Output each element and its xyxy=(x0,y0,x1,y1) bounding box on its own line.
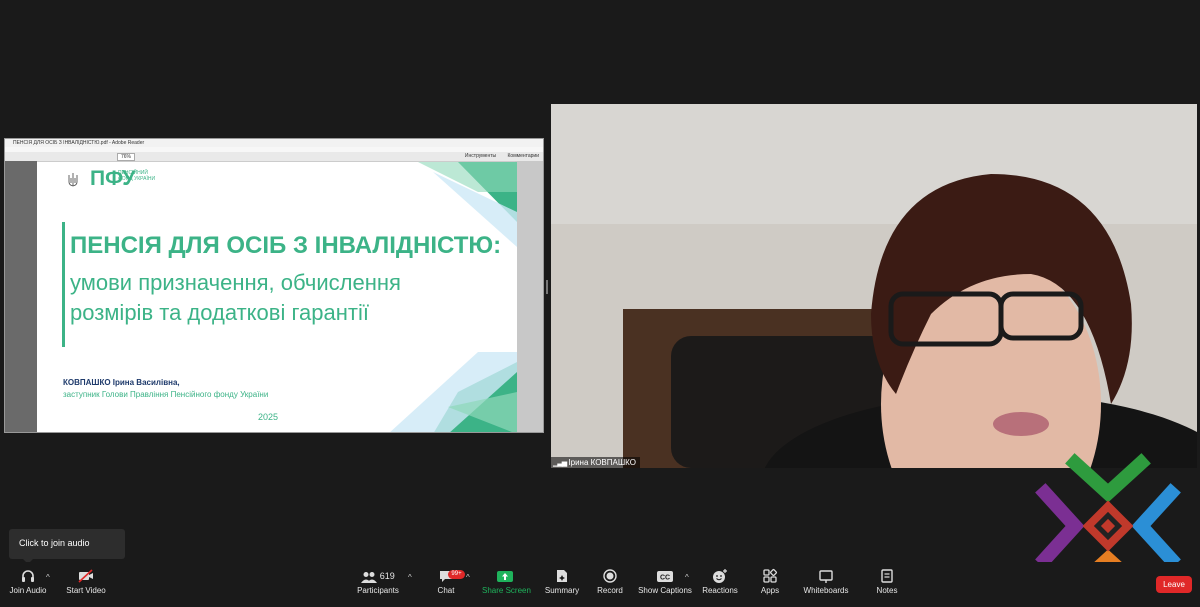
author-name: КОВПАШКО Ірина Василівна, xyxy=(63,378,180,387)
start-video-button[interactable]: Start Video xyxy=(64,568,108,595)
notes-button[interactable]: Notes xyxy=(872,568,902,595)
participants-button[interactable]: 619 Participants xyxy=(356,568,400,595)
svg-text:CC: CC xyxy=(660,575,670,582)
share-screen-button[interactable]: Share Screen xyxy=(482,568,531,595)
captions-options-caret[interactable]: ^ xyxy=(685,573,689,582)
slide-subtitle-line1: умови призначення, обчислення xyxy=(70,270,401,295)
summary-icon xyxy=(557,570,567,582)
chat-unread-badge: 99+ xyxy=(448,570,465,579)
reader-tools-label: Инструменты xyxy=(464,153,497,159)
reactions-button[interactable]: Reactions xyxy=(702,568,738,595)
title-accent-bar xyxy=(62,222,65,347)
slide-title: ПЕНСІЯ ДЛЯ ОСІБ З ІНВАЛІДНІСТЮ: xyxy=(70,232,502,259)
participants-label: Participants xyxy=(357,586,399,595)
chat-options-caret[interactable]: ^ xyxy=(466,573,470,582)
signal-icon: ▁▃▅ xyxy=(553,460,567,467)
slide-subtitle-line2: розмірів та додаткові гарантії xyxy=(70,300,369,325)
record-label: Record xyxy=(597,586,623,595)
author-role: заступник Голови Правління Пенсійного фо… xyxy=(63,390,269,399)
summary-label: Summary xyxy=(544,586,580,595)
whiteboards-label: Whiteboards xyxy=(803,586,849,595)
participant-name: Ірина КОВПАШКО xyxy=(568,458,636,467)
show-captions-button[interactable]: CC Show Captions xyxy=(638,568,692,595)
join-audio-button[interactable]: Join Audio xyxy=(8,568,48,595)
record-button[interactable]: Record xyxy=(594,568,626,595)
captions-icon: CC xyxy=(657,571,673,582)
apps-button[interactable]: Apps xyxy=(756,568,784,595)
participant-video-frame xyxy=(551,104,1197,468)
reader-right-pane xyxy=(515,161,543,432)
reactions-label: Reactions xyxy=(702,586,738,595)
notes-label: Notes xyxy=(876,586,898,595)
reactions-icon xyxy=(713,569,727,583)
reader-comments-label: Комментарии xyxy=(507,153,540,159)
trident-icon xyxy=(68,173,78,187)
presentation-slide: ПФУ ПЕНСІЙНИЙ ФОНД УКРАЇНИ ПЕНСІЯ ДЛЯ ОС… xyxy=(38,162,517,432)
split-handle[interactable] xyxy=(546,280,548,294)
reader-side-pane xyxy=(5,161,37,432)
participant-name-tag: ▁▃▅ Ірина КОВПАШКО xyxy=(551,457,640,468)
record-icon xyxy=(603,569,617,583)
audio-options-caret[interactable]: ^ xyxy=(46,573,50,582)
participants-count: 619 xyxy=(379,571,395,581)
reader-title-bar: ПЕНСІЯ ДЛЯ ОСІБ З ІНВАЛІДНІСТЮ.pdf - Ado… xyxy=(5,139,543,147)
join-audio-tooltip: Click to join audio xyxy=(9,529,125,564)
whiteboard-icon xyxy=(819,570,833,583)
join-audio-label: Join Audio xyxy=(9,586,47,595)
chat-label: Chat xyxy=(437,586,455,595)
video-off-icon xyxy=(78,569,93,583)
pfu-logo-subtitle: ПЕНСІЙНИЙ ФОНД УКРАЇНИ xyxy=(118,170,156,182)
tooltip-text: Click to join audio xyxy=(19,538,90,548)
shared-screen: ПЕНСІЯ ДЛЯ ОСІБ З ІНВАЛІДНІСТЮ.pdf - Ado… xyxy=(4,138,544,433)
reader-toolbar: 76% Инструменты Комментарии xyxy=(5,152,543,162)
slide-year: 2025 xyxy=(258,412,279,422)
start-video-label: Start Video xyxy=(66,586,106,595)
participant-video[interactable] xyxy=(551,104,1197,468)
whiteboards-button[interactable]: Whiteboards xyxy=(802,568,850,595)
participants-options-caret[interactable]: ^ xyxy=(408,573,412,582)
show-captions-label: Show Captions xyxy=(638,586,692,595)
zoom-field: 76% xyxy=(117,153,136,161)
leave-button[interactable]: Leave xyxy=(1156,576,1192,593)
headphones-icon xyxy=(22,570,34,582)
notes-icon xyxy=(881,569,893,583)
participants-icon xyxy=(361,571,378,583)
share-screen-icon xyxy=(497,571,513,582)
apps-label: Apps xyxy=(760,586,780,595)
summary-button[interactable]: Summary xyxy=(542,568,582,595)
share-screen-label: Share Screen xyxy=(482,586,531,595)
apps-icon xyxy=(763,569,777,583)
